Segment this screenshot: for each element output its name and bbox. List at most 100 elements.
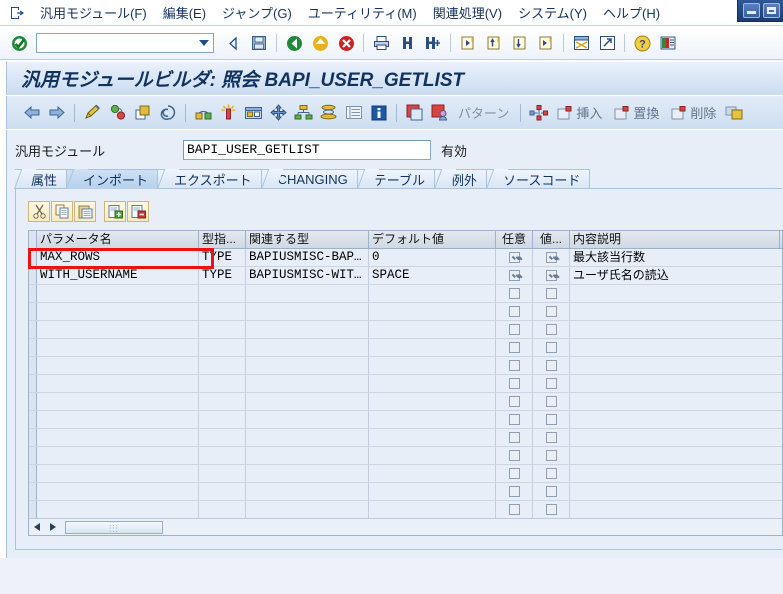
previous-page-icon[interactable] [481, 31, 507, 55]
cell-optional[interactable] [496, 393, 533, 410]
cell-reference-type[interactable] [246, 483, 369, 500]
cell-typing[interactable] [199, 303, 246, 320]
hierarchy-icon[interactable] [291, 101, 316, 125]
stack-icon[interactable] [316, 101, 341, 125]
window-icon[interactable] [722, 101, 747, 125]
cell-pass-value[interactable] [533, 285, 570, 302]
optional-checkbox[interactable] [508, 432, 520, 443]
cell-typing[interactable]: TYPE [199, 267, 246, 284]
scrollbar-thumb[interactable]: :::::: [65, 520, 163, 534]
column-header-name[interactable]: パラメータ名 [37, 231, 199, 248]
cell-reference-type[interactable] [246, 447, 369, 464]
cell-parameter-name[interactable] [37, 411, 199, 428]
cell-reference-type[interactable] [246, 411, 369, 428]
user-icon[interactable] [427, 101, 452, 125]
cell-pass-value[interactable] [533, 375, 570, 392]
table-row-empty[interactable] [29, 447, 782, 465]
table-row-empty[interactable] [29, 465, 782, 483]
cell-description[interactable] [570, 357, 780, 374]
table-row-empty[interactable] [29, 357, 782, 375]
cell-typing[interactable] [199, 393, 246, 410]
info-icon[interactable] [366, 101, 391, 125]
optional-checkbox[interactable] [508, 450, 520, 461]
row-selector[interactable] [29, 321, 37, 338]
cell-default-value[interactable] [369, 447, 496, 464]
cell-optional[interactable] [496, 483, 533, 500]
row-selector[interactable] [29, 483, 37, 500]
cell-pass-value[interactable] [533, 267, 570, 284]
cell-default-value[interactable] [369, 429, 496, 446]
cell-optional[interactable] [496, 429, 533, 446]
tab-exceptions[interactable]: 例外 [434, 169, 487, 189]
navigate-icon[interactable] [266, 101, 291, 125]
cell-parameter-name[interactable]: WITH_USERNAME [37, 267, 199, 284]
last-page-icon[interactable] [533, 31, 559, 55]
table-row-empty[interactable] [29, 339, 782, 357]
pass-value-checkbox[interactable] [545, 468, 557, 479]
function-module-input[interactable]: BAPI_USER_GETLIST [183, 140, 431, 160]
cell-typing[interactable] [199, 339, 246, 356]
optional-checkbox[interactable] [508, 360, 520, 371]
scroll-left-icon[interactable] [29, 520, 45, 535]
cell-parameter-name[interactable] [37, 465, 199, 482]
cell-description[interactable] [570, 411, 780, 428]
cell-pass-value[interactable] [533, 429, 570, 446]
column-header-typing[interactable]: 型指... [199, 231, 246, 248]
forward-arrow-icon[interactable] [44, 101, 69, 125]
delete-button[interactable]: 削除 [665, 103, 722, 122]
cell-parameter-name[interactable] [37, 321, 199, 338]
cell-description[interactable] [570, 429, 780, 446]
table-row-empty[interactable] [29, 411, 782, 429]
cell-default-value[interactable] [369, 411, 496, 428]
pass-value-checkbox[interactable] [545, 324, 557, 335]
cell-parameter-name[interactable] [37, 357, 199, 374]
next-page-icon[interactable] [507, 31, 533, 55]
cell-pass-value[interactable] [533, 339, 570, 356]
command-field[interactable] [36, 33, 214, 53]
optional-checkbox[interactable] [508, 288, 520, 299]
cell-optional[interactable] [496, 303, 533, 320]
cut-icon[interactable] [28, 201, 50, 222]
cell-parameter-name[interactable]: MAX_ROWS [37, 249, 199, 266]
menu-function-module[interactable]: 汎用モジュール(F) [32, 1, 155, 24]
cell-reference-type[interactable]: BAPIUSMISC-WIT… [246, 267, 369, 284]
horizontal-scrollbar[interactable]: :::::: [29, 518, 782, 535]
customize-icon[interactable] [655, 31, 681, 55]
tab-changing[interactable]: CHANGING [261, 169, 358, 189]
row-selector[interactable] [29, 375, 37, 392]
optional-checkbox[interactable] [508, 396, 520, 407]
pass-value-checkbox[interactable] [545, 306, 557, 317]
cell-reference-type[interactable] [246, 339, 369, 356]
help-icon[interactable]: ? [629, 31, 655, 55]
cell-optional[interactable] [496, 267, 533, 284]
copy-object-icon[interactable] [130, 101, 155, 125]
insert-button[interactable]: 挿入 [551, 103, 608, 122]
cell-default-value[interactable] [369, 339, 496, 356]
minimize-button[interactable] [743, 3, 760, 18]
cell-pass-value[interactable] [533, 321, 570, 338]
create-shortcut-icon[interactable] [594, 31, 620, 55]
cell-parameter-name[interactable] [37, 447, 199, 464]
menu-edit[interactable]: 編集(E) [155, 1, 214, 24]
cell-parameter-name[interactable] [37, 285, 199, 302]
tab-tables[interactable]: テーブル [357, 169, 435, 189]
pass-value-checkbox[interactable] [545, 360, 557, 371]
menu-help[interactable]: ヘルプ(H) [595, 1, 668, 24]
optional-checkbox[interactable] [508, 324, 520, 335]
cell-default-value[interactable] [369, 285, 496, 302]
activate-icon[interactable] [105, 101, 130, 125]
list-icon[interactable] [341, 101, 366, 125]
cell-description[interactable] [570, 393, 780, 410]
table-row-empty[interactable] [29, 303, 782, 321]
optional-checkbox[interactable] [508, 486, 520, 497]
cell-reference-type[interactable] [246, 321, 369, 338]
pass-value-checkbox[interactable] [545, 396, 557, 407]
optional-checkbox[interactable] [508, 306, 520, 317]
cell-typing[interactable] [199, 321, 246, 338]
delete-row-icon[interactable] [127, 201, 149, 222]
cell-description[interactable] [570, 339, 780, 356]
cell-optional[interactable] [496, 501, 533, 518]
cell-pass-value[interactable] [533, 393, 570, 410]
pass-value-checkbox[interactable] [545, 378, 557, 389]
row-selector[interactable] [29, 447, 37, 464]
